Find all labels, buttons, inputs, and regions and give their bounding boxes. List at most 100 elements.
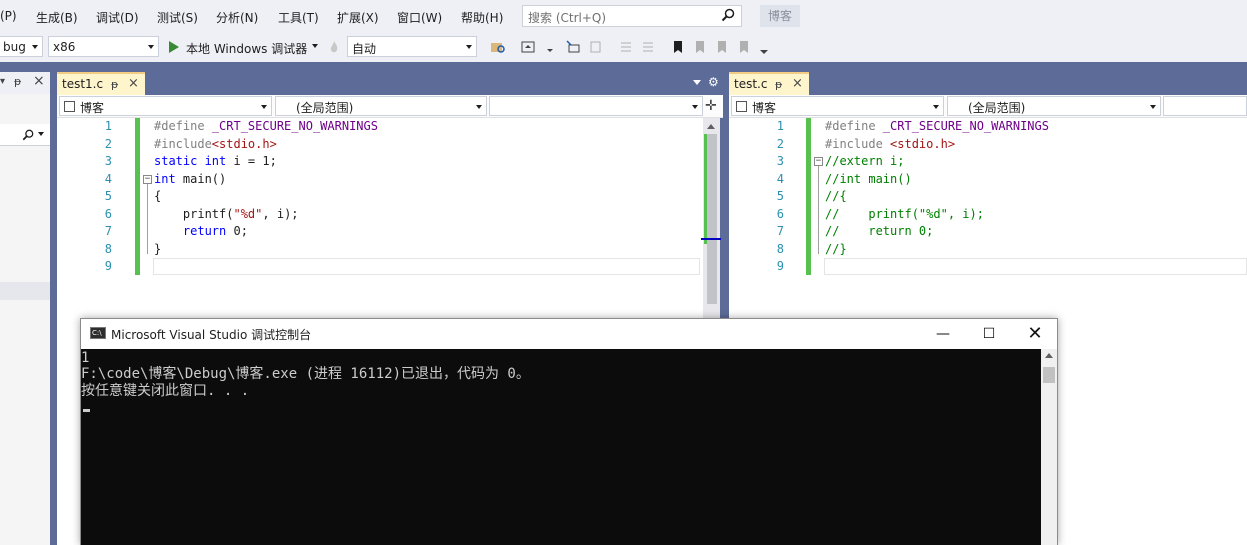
- line-number: 4: [776, 171, 784, 186]
- maximize-button[interactable]: ☐: [966, 319, 1012, 349]
- comment-icon[interactable]: [618, 39, 634, 55]
- scrollbar-thumb[interactable]: [707, 134, 717, 304]
- console-output[interactable]: 1 F:\code\博客\Debug\博客.exe (进程 16112)已退出，…: [81, 349, 1041, 545]
- menu-tools[interactable]: 工具(T): [278, 9, 319, 26]
- console-title-bar[interactable]: C:\ Microsoft Visual Studio 调试控制台 — ☐ ✕: [81, 319, 1057, 349]
- gear-icon[interactable]: ⚙: [708, 75, 719, 89]
- editor1-navigation-bar: 博客 (全局范围) ✛: [57, 95, 723, 118]
- menu-project[interactable]: (P): [0, 9, 17, 23]
- code-line: #include <stdio.h>: [825, 136, 956, 151]
- code-line: {: [154, 189, 162, 203]
- menu-window[interactable]: 窗口(W): [397, 9, 442, 26]
- chevron-down-icon[interactable]: [38, 132, 44, 136]
- code-line: //extern i;: [825, 154, 905, 168]
- tab-test1-c[interactable]: test1.c ᵽ ×: [57, 72, 145, 95]
- line-number: 4: [104, 171, 112, 186]
- console-cursor: [83, 409, 90, 412]
- tab-label: test.c: [734, 77, 768, 91]
- member-dropdown[interactable]: [1163, 96, 1247, 116]
- line-number: 2: [104, 136, 112, 151]
- left-search-input[interactable]: [0, 124, 50, 146]
- config-dropdown[interactable]: bug: [0, 36, 43, 57]
- global-scope-dropdown[interactable]: (全局范围): [947, 96, 1161, 116]
- console-line: 1: [81, 350, 90, 366]
- line-number: 8: [776, 241, 784, 256]
- close-icon[interactable]: ×: [128, 76, 139, 91]
- scrollbar-thumb[interactable]: [1043, 367, 1055, 383]
- search-icon: [721, 8, 735, 22]
- split-icon[interactable]: ✛: [705, 98, 717, 114]
- find-in-files-icon[interactable]: [490, 39, 506, 55]
- search-input[interactable]: 搜索 (Ctrl+Q): [522, 5, 742, 27]
- step-icon[interactable]: [565, 39, 581, 55]
- uncomment-icon[interactable]: [640, 39, 656, 55]
- copy-icon[interactable]: [588, 39, 604, 55]
- code-line: #define _CRT_SECURE_NO_WARNINGS: [154, 119, 378, 133]
- code-line: }: [154, 241, 162, 256]
- more-dropdown-icon[interactable]: [542, 39, 558, 55]
- bookmark-icon[interactable]: [670, 39, 686, 55]
- pin-icon[interactable]: ᵽ: [14, 75, 21, 88]
- member-dropdown[interactable]: [489, 96, 703, 116]
- minimize-button[interactable]: —: [920, 319, 966, 349]
- line-number: 7: [776, 224, 784, 238]
- console-line: 按任意键关闭此窗口. . .: [81, 383, 250, 399]
- line-number: 8: [104, 241, 112, 256]
- project-icon: [64, 101, 75, 112]
- bookmark-next-icon[interactable]: [714, 39, 730, 55]
- dropdown-icon[interactable]: ▾: [0, 76, 5, 87]
- menu-help[interactable]: 帮助(H): [461, 9, 503, 26]
- debug-console-window[interactable]: C:\ Microsoft Visual Studio 调试控制台 — ☐ ✕ …: [80, 318, 1058, 545]
- console-title: Microsoft Visual Studio 调试控制台: [111, 328, 312, 342]
- line-number: 6: [104, 206, 112, 221]
- menu-analyze[interactable]: 分析(N): [216, 9, 258, 26]
- chevron-down-icon: [466, 45, 472, 49]
- close-icon[interactable]: ×: [33, 73, 45, 89]
- selected-tree-item[interactable]: [0, 282, 50, 300]
- project-icon: [736, 101, 747, 112]
- global-scope-value: (全局范围): [296, 101, 354, 115]
- menu-debug[interactable]: 调试(D): [96, 9, 139, 26]
- console-line: F:\code\博客\Debug\博客.exe (进程 16112)已退出，代码…: [81, 366, 530, 382]
- close-button[interactable]: ✕: [1012, 319, 1058, 349]
- solution-config-value: 自动: [352, 42, 377, 56]
- code-line: //int main(): [825, 171, 912, 186]
- scroll-up-icon[interactable]: [1045, 353, 1053, 358]
- fold-minus-icon[interactable]: −: [814, 157, 823, 166]
- console-vertical-scrollbar[interactable]: [1041, 349, 1057, 545]
- chevron-down-icon: [148, 45, 154, 49]
- line-number: 3: [104, 154, 112, 168]
- search-placeholder: 搜索 (Ctrl+Q): [528, 11, 607, 25]
- bookmark-prev-icon[interactable]: [692, 39, 708, 55]
- code-line: #include<stdio.h>: [154, 136, 277, 151]
- menu-extensions[interactable]: 扩展(X): [337, 9, 379, 26]
- run-dropdown-chevron-icon[interactable]: [312, 44, 318, 48]
- pin-icon[interactable]: ᵽ: [775, 78, 782, 91]
- solution-config-dropdown[interactable]: 自动: [347, 36, 477, 57]
- scroll-up-icon[interactable]: [707, 124, 715, 129]
- change-tracking-bar: [806, 118, 811, 275]
- close-icon[interactable]: ×: [792, 76, 803, 91]
- tab-test-c[interactable]: test.c ᵽ ×: [729, 72, 809, 95]
- bookmark-clear-icon[interactable]: [736, 39, 752, 55]
- tab-list-chevron-icon[interactable]: [693, 80, 701, 85]
- project-scope-dropdown[interactable]: 博客: [59, 96, 272, 116]
- pin-icon[interactable]: ᵽ: [111, 78, 118, 91]
- global-scope-dropdown[interactable]: (全局范围): [275, 96, 487, 116]
- menu-test[interactable]: 测试(S): [157, 9, 198, 26]
- platform-dropdown[interactable]: x86: [48, 36, 159, 57]
- chevron-down-icon: [261, 105, 267, 109]
- code-line: // printf("%d", i);: [825, 206, 984, 221]
- menu-bar: (P) 生成(B) 调试(D) 测试(S) 分析(N) 工具(T) 扩展(X) …: [0, 0, 1247, 32]
- line-number: 5: [776, 189, 784, 203]
- code-line: #define _CRT_SECURE_NO_WARNINGS: [825, 119, 1049, 133]
- line-number: 3: [776, 154, 784, 168]
- fold-guide: [147, 184, 148, 254]
- toolbar-overflow-icon[interactable]: [756, 44, 772, 60]
- home-icon[interactable]: [520, 39, 536, 55]
- flame-icon[interactable]: [326, 39, 342, 55]
- play-icon: [169, 41, 179, 53]
- project-scope-dropdown[interactable]: 博客: [731, 96, 944, 116]
- fold-minus-icon[interactable]: −: [143, 175, 152, 184]
- menu-build[interactable]: 生成(B): [36, 9, 78, 26]
